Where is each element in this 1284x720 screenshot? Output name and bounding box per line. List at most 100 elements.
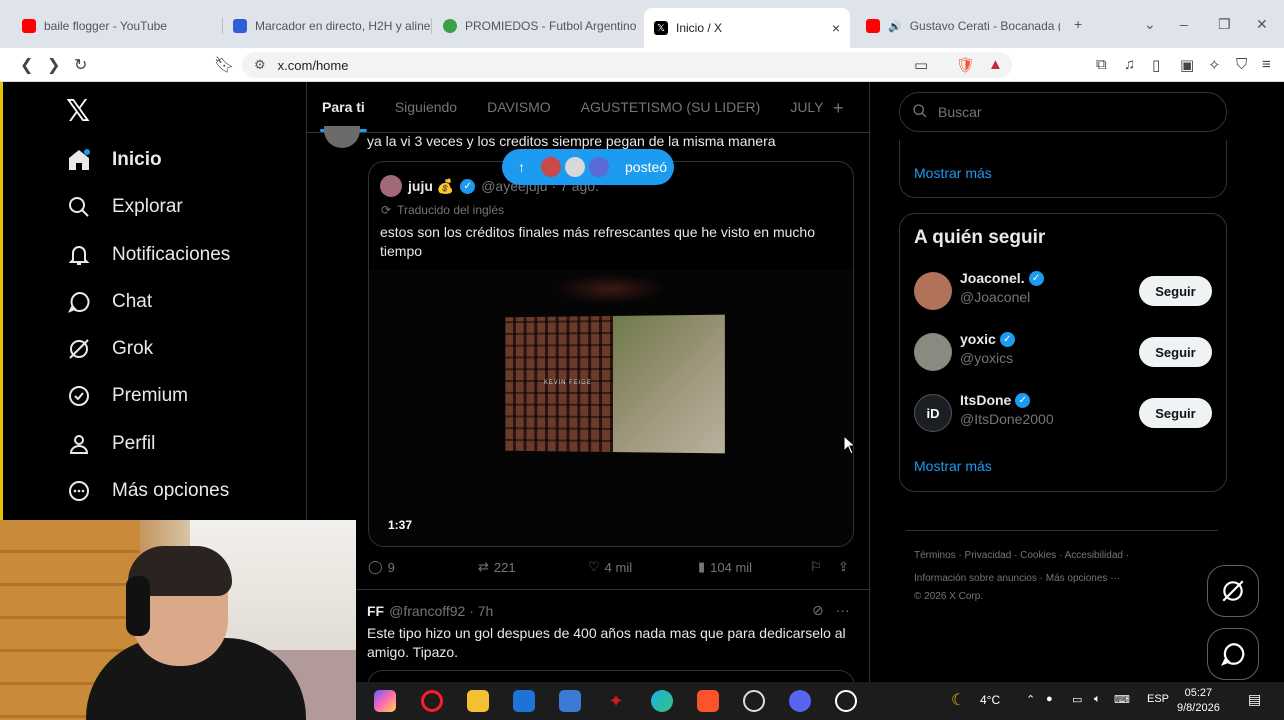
tab-list-davismo[interactable]: DAVISMO — [472, 99, 566, 115]
follow-suggestion[interactable]: iD ItsDone ✓ @ItsDone2000 Seguir — [914, 392, 1212, 436]
tab-list-july[interactable]: JULY — [775, 99, 838, 115]
nav-label: Notificaciones — [112, 244, 231, 265]
keyboard-icon[interactable]: ⌨ — [1114, 693, 1130, 706]
reply-button[interactable]: ◯ 9 — [368, 559, 395, 575]
edge-icon[interactable] — [651, 690, 673, 712]
like-button[interactable]: ♡ 4 mil — [588, 559, 632, 575]
nav-item-profile[interactable]: Perfil — [66, 431, 155, 457]
extensions-icon[interactable]: ⧉ — [1096, 56, 1107, 73]
bookmark-button[interactable]: ⚐ — [810, 559, 822, 575]
user-name[interactable]: yoxic ✓ — [960, 331, 1015, 347]
cast-icon[interactable]: ▭ — [914, 56, 928, 74]
address-bar[interactable]: ⚙︎ x.com/home — [242, 52, 1012, 78]
nav-item-premium[interactable]: Premium — [66, 383, 188, 409]
follow-suggestion[interactable]: Joaconel. ✓ @Joaconel Seguir — [914, 270, 1212, 314]
add-tab-button[interactable]: + — [833, 98, 844, 119]
quote-author-name[interactable]: juju 💰 — [408, 178, 454, 195]
tray-app-icon[interactable]: ● — [1046, 693, 1053, 705]
nav-item-more[interactable]: Más opciones — [66, 478, 229, 504]
notification-icon[interactable]: ▤ — [1248, 691, 1261, 708]
nav-item-explore[interactable]: Explorar — [66, 194, 183, 220]
browser-tab-x[interactable]: 𝕏 Inicio / X × — [644, 8, 850, 48]
copilot-icon[interactable] — [374, 690, 396, 712]
language-indicator[interactable]: ESP — [1147, 693, 1169, 705]
nav-item-home[interactable]: Inicio — [66, 147, 162, 173]
tab-list-agustetismo[interactable]: AGUSTETISMO (SU LIDER) — [566, 99, 776, 115]
leo-ai-icon[interactable]: ✧ — [1208, 56, 1221, 74]
footer-links[interactable]: Información sobre anuncios · Más opcione… — [914, 573, 1120, 584]
tweet-author-handle[interactable]: @francoff92 · 7h — [389, 603, 493, 619]
views-button[interactable]: ▮ 104 mil — [698, 559, 752, 575]
browser-tab-marcador[interactable]: Marcador en directo, H2H y aline — [223, 10, 431, 42]
wallet-icon[interactable]: ▣ — [1180, 56, 1194, 74]
minimize-icon[interactable]: – — [1180, 16, 1188, 32]
restore-icon[interactable]: ❐ — [1218, 16, 1231, 33]
back-icon[interactable]: ❮ — [20, 55, 33, 75]
tab-search-icon[interactable]: ⌄ — [1144, 16, 1156, 33]
follow-suggestion[interactable]: yoxic ✓ @yoxics Seguir — [914, 331, 1212, 375]
windows-taskbar: ✦ ☾ 4°C ⌃ ● ▭ 🔈︎ ⌨ ESP ▤ — [356, 682, 1284, 720]
weather-icon[interactable]: ☾ — [951, 690, 965, 710]
browser-tab-promiedos[interactable]: PROMIEDOS - Futbol Argentino — [433, 10, 641, 42]
grok-icon[interactable]: ⊘ — [812, 602, 824, 619]
follow-button[interactable]: Seguir — [1139, 276, 1212, 306]
browser-tab-cerati[interactable]: 🔊 Gustavo Cerati - Bocanada ( — [856, 10, 1060, 42]
brave-icon[interactable] — [697, 690, 719, 712]
avatar[interactable] — [380, 175, 402, 197]
media-icon[interactable]: ♫ — [1124, 56, 1135, 73]
chat-fab-button[interactable] — [1207, 628, 1259, 680]
network-icon[interactable]: ▭ — [1072, 693, 1082, 706]
avatar[interactable] — [914, 272, 952, 310]
reload-icon[interactable]: ↻ — [74, 55, 87, 75]
follow-button[interactable]: Seguir — [1139, 337, 1212, 367]
outlook-icon[interactable] — [513, 690, 535, 712]
video-player[interactable]: KEVIN FEIGE — [369, 270, 853, 546]
close-window-icon[interactable]: ✕ — [1256, 16, 1268, 33]
nav-item-chat[interactable]: Chat — [66, 289, 152, 315]
browser-tab-youtube[interactable]: baile flogger - YouTube — [12, 10, 222, 42]
x-logo-icon[interactable]: 𝕏 — [66, 94, 90, 129]
avatar[interactable] — [914, 333, 952, 371]
follow-button[interactable]: Seguir — [1139, 398, 1212, 428]
brave-rewards-icon[interactable]: ▲ — [988, 56, 1003, 73]
user-name[interactable]: Joaconel. ✓ — [960, 270, 1044, 286]
bookmark-icon[interactable]: 🔖︎ — [214, 55, 234, 75]
tab-for-you[interactable]: Para ti — [307, 99, 380, 132]
repost-button[interactable]: ⇄ 221 — [478, 559, 516, 575]
show-more-trends-link[interactable]: Mostrar más — [914, 165, 992, 181]
nav-item-grok[interactable]: Grok — [66, 336, 153, 362]
forward-icon[interactable]: ❯ — [47, 55, 60, 75]
more-icon[interactable]: ··· — [836, 602, 850, 619]
close-tab-icon[interactable]: × — [832, 20, 840, 36]
sidebar-icon[interactable]: ▯ — [1152, 56, 1160, 74]
tweet-author-name[interactable]: FF — [367, 603, 384, 619]
search-input[interactable]: Buscar — [899, 92, 1227, 132]
discord-icon[interactable] — [789, 690, 811, 712]
menu-icon[interactable]: ≡ — [1262, 56, 1271, 73]
obs-icon[interactable] — [835, 690, 857, 712]
vpn-icon[interactable]: ⛉ — [1236, 56, 1247, 73]
grok-fab-button[interactable] — [1207, 565, 1259, 617]
quoted-tweet[interactable]: juju 💰 ✓ @ayeejuju · 7 ago. ⟳ Traducido … — [368, 161, 854, 547]
weather-temp[interactable]: 4°C — [980, 693, 1000, 707]
new-posts-button[interactable]: ↑ posteó — [502, 149, 674, 185]
user-name[interactable]: ItsDone ✓ — [960, 392, 1031, 408]
opera-icon[interactable] — [421, 690, 443, 712]
volume-icon[interactable]: 🔈︎ — [1094, 693, 1101, 706]
share-button[interactable]: ⇪ — [838, 559, 849, 575]
file-explorer-icon[interactable] — [467, 690, 489, 712]
tray-chevron-icon[interactable]: ⌃ — [1026, 693, 1035, 706]
avatar[interactable]: iD — [914, 394, 952, 432]
new-tab-button[interactable]: + — [1074, 16, 1082, 32]
brave-shield-icon[interactable]: 🛡︎ — [956, 56, 975, 74]
site-info-icon[interactable]: ⚙︎ — [254, 57, 266, 73]
footer-links[interactable]: Términos · Privacidad · Cookies · Accesi… — [914, 550, 1129, 561]
tab-following[interactable]: Siguiendo — [380, 99, 472, 115]
show-more-follow-link[interactable]: Mostrar más — [914, 458, 992, 474]
app-icon[interactable]: ✦ — [605, 690, 627, 712]
app-icon[interactable] — [743, 690, 765, 712]
taskbar-clock[interactable]: 05:27 9/8/2026 — [1177, 686, 1220, 716]
mouse-cursor-icon — [843, 435, 857, 455]
nav-item-notifications[interactable]: Notificaciones — [66, 242, 230, 268]
store-icon[interactable] — [559, 690, 581, 712]
